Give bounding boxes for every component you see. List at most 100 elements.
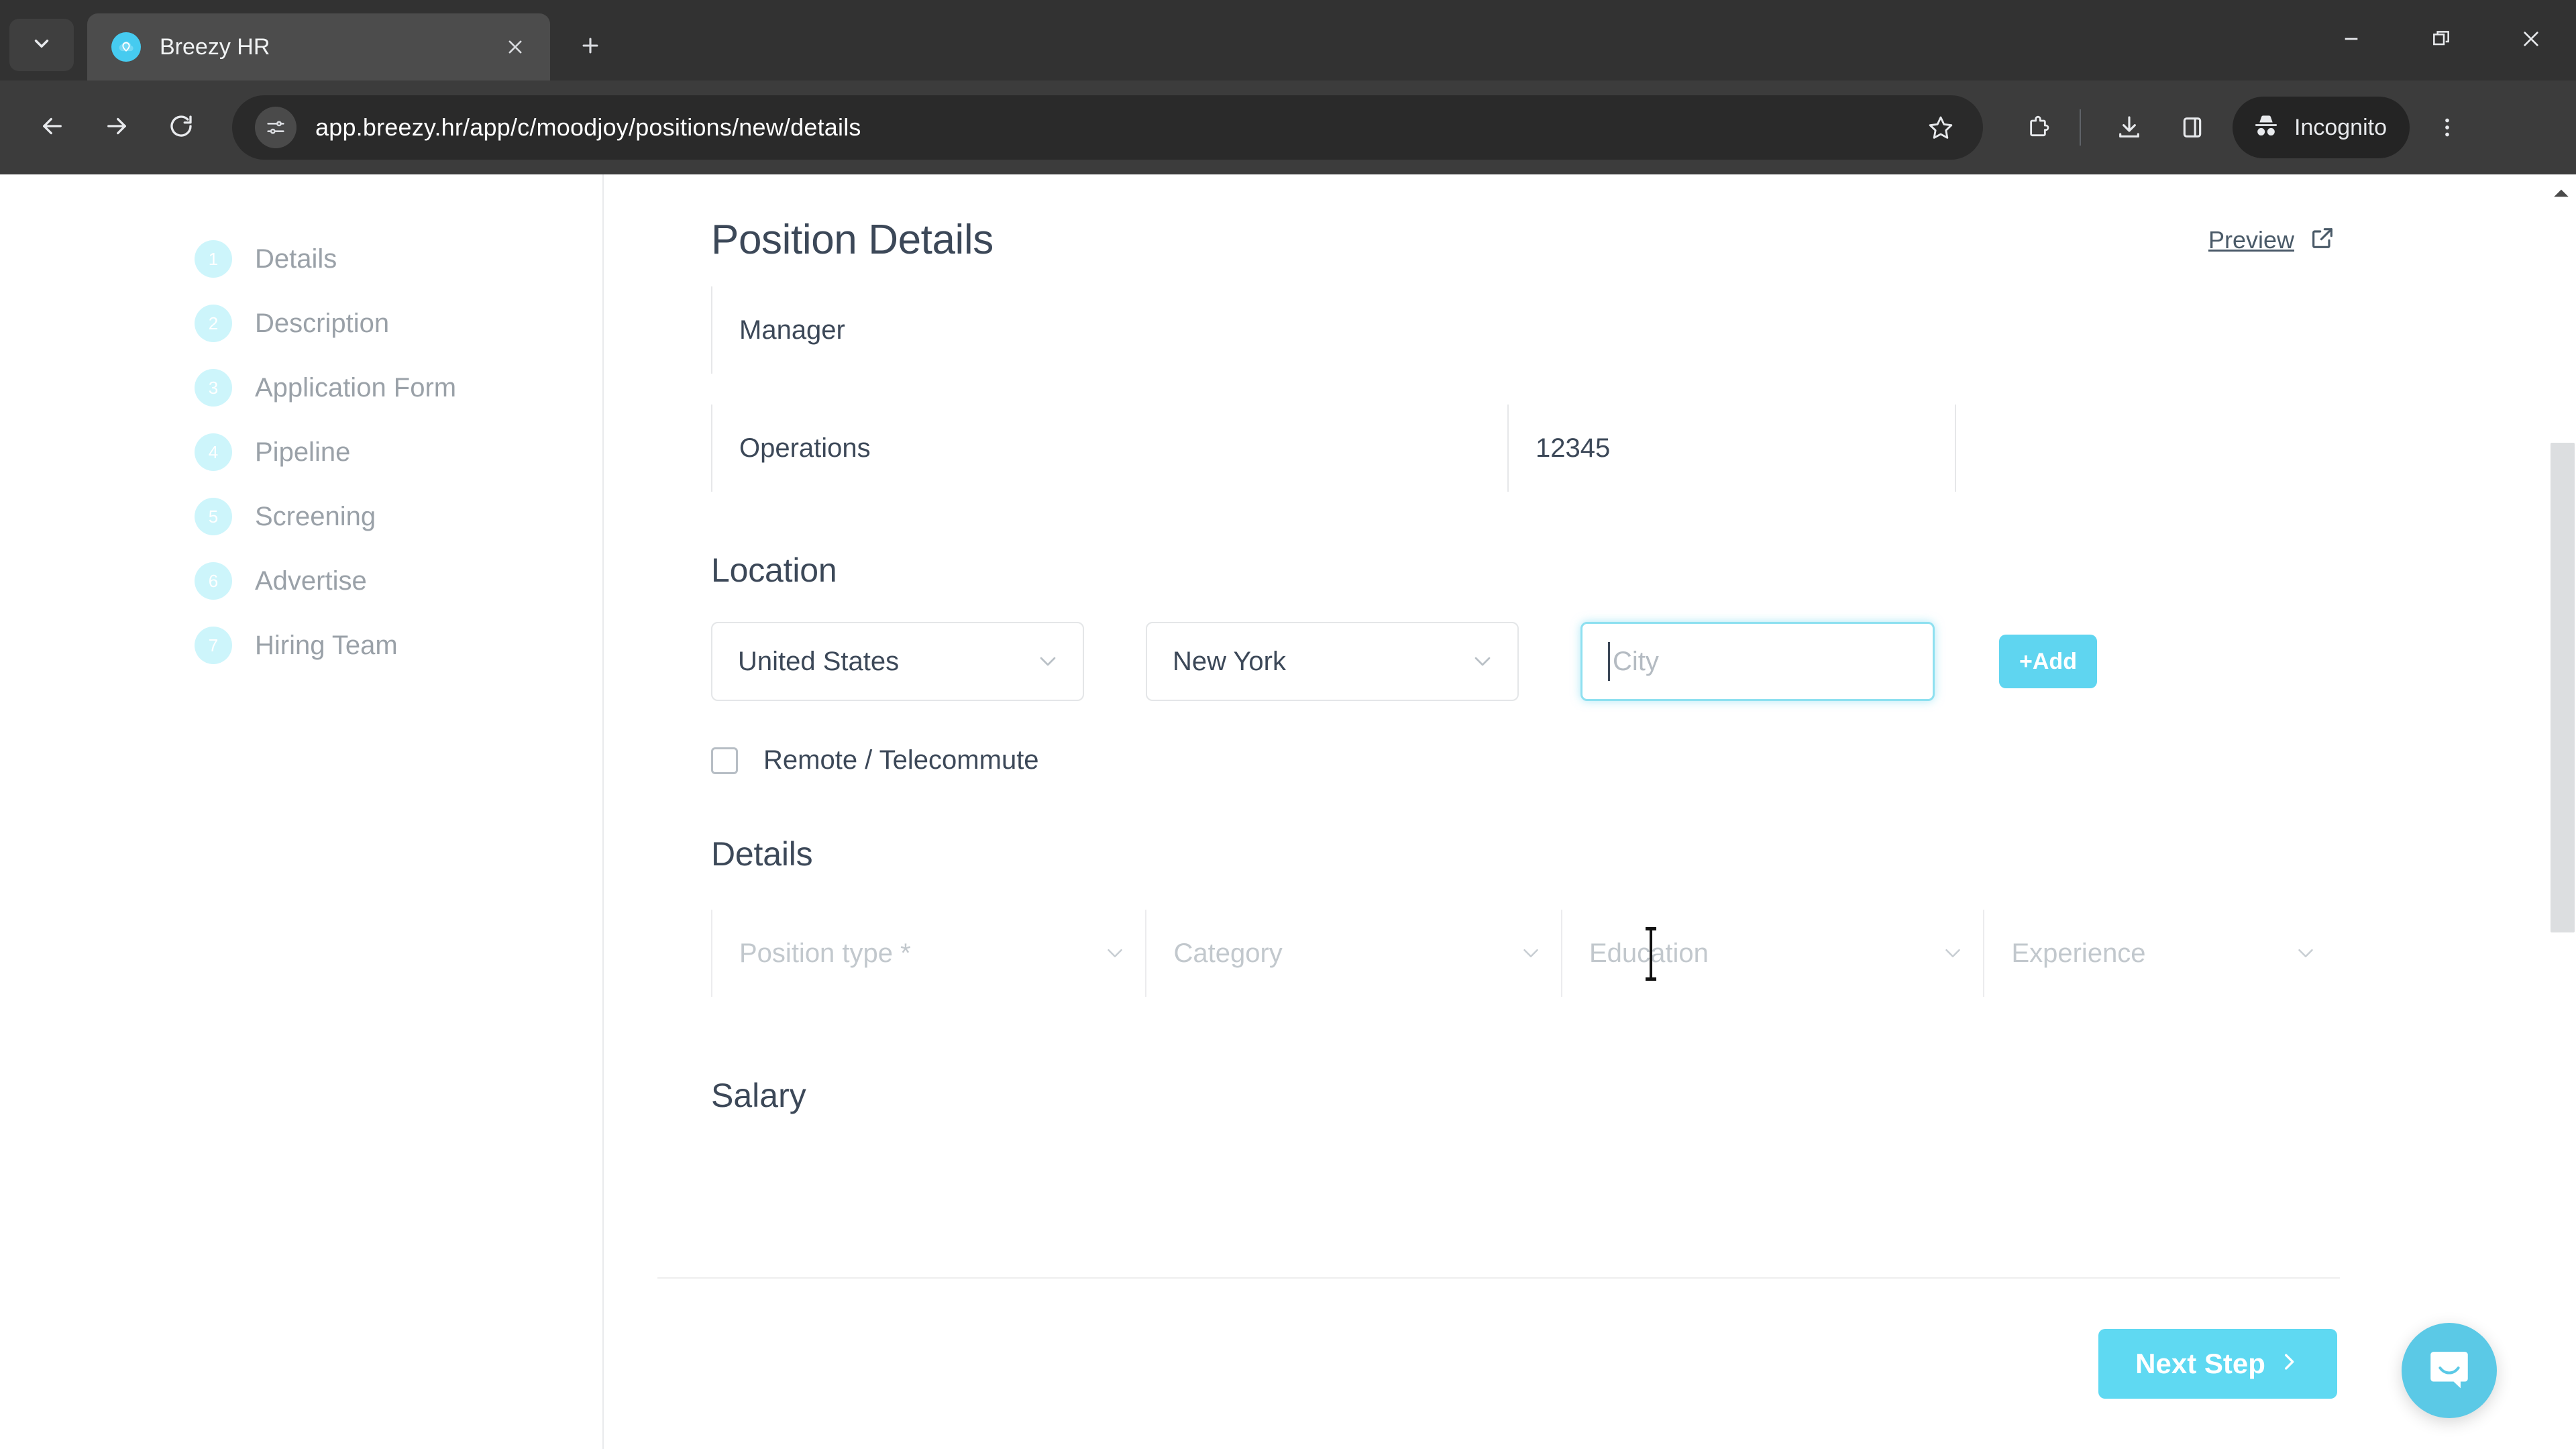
- next-step-label: Next Step: [2135, 1348, 2265, 1379]
- new-tab-button[interactable]: [565, 21, 616, 72]
- step-number-badge: 2: [195, 305, 232, 342]
- remote-checkbox[interactable]: [711, 747, 738, 774]
- experience-label: Experience: [2011, 938, 2146, 968]
- breezy-cloud-icon: [111, 32, 141, 62]
- state-select[interactable]: New York: [1146, 622, 1519, 701]
- window-controls: [2306, 0, 2576, 80]
- position-code-field[interactable]: 12345: [1507, 405, 1955, 492]
- next-step-button[interactable]: Next Step: [2098, 1329, 2337, 1399]
- country-select[interactable]: United States: [711, 622, 1084, 701]
- chevron-down-icon: [1102, 941, 1128, 966]
- sidebar-item-details[interactable]: 1 Details: [0, 227, 602, 291]
- page-scrollbar[interactable]: [2546, 174, 2576, 1449]
- forward-button[interactable]: [85, 95, 149, 160]
- scrollbar-thumb[interactable]: [2551, 443, 2575, 932]
- sidebar-item-label: Description: [255, 308, 390, 338]
- step-number-badge: 6: [195, 562, 232, 600]
- page-title: Position Details: [711, 217, 994, 263]
- experience-select[interactable]: Experience: [1983, 910, 2336, 997]
- sidebar-item-label: Pipeline: [255, 437, 351, 467]
- salary-heading: Salary: [711, 1077, 806, 1114]
- remote-telecommute-row[interactable]: Remote / Telecommute: [711, 745, 2336, 775]
- back-button[interactable]: [20, 95, 85, 160]
- sidebar-item-label: Advertise: [255, 566, 367, 596]
- sidebar-item-label: Details: [255, 244, 337, 274]
- chevron-down-icon: [1940, 941, 1966, 966]
- page-viewport: 1 Details 2 Description 3 Application Fo…: [0, 174, 2576, 1449]
- sidebar-item-application-form[interactable]: 3 Application Form: [0, 356, 602, 420]
- preview-link[interactable]: Preview: [2208, 225, 2336, 255]
- category-select[interactable]: Category: [1145, 910, 1560, 997]
- incognito-indicator[interactable]: Incognito: [2233, 97, 2410, 158]
- chevron-down-icon: [1518, 941, 1544, 966]
- side-panel-icon[interactable]: [2164, 99, 2220, 156]
- tab-title: Breezy HR: [160, 34, 270, 60]
- tab-strip: Breezy HR: [0, 0, 2576, 80]
- sidebar-item-hiring-team[interactable]: 7 Hiring Team: [0, 613, 602, 678]
- star-icon[interactable]: [1916, 103, 1966, 152]
- arrow-right-icon: [103, 112, 131, 144]
- external-link-icon: [2309, 225, 2336, 255]
- restore-icon: [2430, 28, 2452, 53]
- department-code-row: Operations 12345: [711, 405, 2336, 492]
- close-window-button[interactable]: [2486, 0, 2576, 80]
- toolbar-divider: [2080, 109, 2081, 146]
- minimize-icon: [2341, 28, 2362, 53]
- position-details-card: Position Details Preview Manager Operati…: [657, 174, 2394, 1449]
- card-header: Position Details Preview: [657, 174, 2392, 264]
- position-title-value: Manager: [739, 315, 845, 345]
- tune-settings-icon[interactable]: [255, 107, 297, 148]
- sidebar-item-label: Screening: [255, 501, 376, 531]
- address-bar[interactable]: app.breezy.hr/app/c/moodjoy/positions/ne…: [232, 95, 1983, 160]
- wizard-action-bar: Next Step: [657, 1277, 2394, 1449]
- preview-label: Preview: [2208, 225, 2294, 254]
- three-dot-menu-icon[interactable]: [2419, 99, 2475, 156]
- sidebar-item-description[interactable]: 2 Description: [0, 291, 602, 356]
- step-number-badge: 7: [195, 627, 232, 664]
- tab-search-button[interactable]: [9, 19, 74, 71]
- add-location-button[interactable]: +Add: [1999, 635, 2097, 688]
- text-caret: [1608, 642, 1610, 681]
- form-body: Manager Operations 12345 Location United…: [657, 286, 2392, 1115]
- maximize-button[interactable]: [2396, 0, 2486, 80]
- chevron-down-icon: [30, 32, 53, 58]
- position-title-field[interactable]: Manager: [711, 286, 2336, 374]
- state-value: New York: [1173, 646, 1286, 676]
- chevron-down-icon: [2293, 941, 2318, 966]
- city-placeholder: City: [1613, 646, 1659, 676]
- extra-field[interactable]: [1955, 405, 2336, 492]
- location-heading: Location: [711, 551, 837, 589]
- country-value: United States: [738, 646, 900, 676]
- browser-toolbar: app.breezy.hr/app/c/moodjoy/positions/ne…: [0, 80, 2576, 174]
- education-select[interactable]: Education: [1560, 910, 1983, 997]
- extensions-puzzle-icon[interactable]: [2010, 99, 2066, 156]
- sidebar-item-advertise[interactable]: 6 Advertise: [0, 549, 602, 613]
- caret-up-icon[interactable]: [2546, 180, 2576, 207]
- step-number-badge: 3: [195, 369, 232, 407]
- details-heading: Details: [711, 835, 813, 873]
- sidebar-item-label: Application Form: [255, 372, 457, 402]
- city-input[interactable]: City: [1580, 622, 1935, 701]
- department-field[interactable]: Operations: [711, 405, 1507, 492]
- wizard-sidebar: 1 Details 2 Description 3 Application Fo…: [0, 174, 604, 1449]
- close-icon[interactable]: [498, 30, 533, 64]
- position-code-value: 12345: [1536, 433, 1611, 463]
- incognito-hat-icon: [2251, 111, 2281, 144]
- step-number-badge: 1: [195, 240, 232, 278]
- reload-button[interactable]: [149, 95, 213, 160]
- step-number-badge: 4: [195, 433, 232, 471]
- browser-window: Breezy HR app.breezy.hr/app/c/moodjoy/po…: [0, 0, 2576, 1449]
- education-label: Education: [1589, 938, 1709, 968]
- department-value: Operations: [739, 433, 871, 463]
- sidebar-item-screening[interactable]: 5 Screening: [0, 484, 602, 549]
- minimize-button[interactable]: [2306, 0, 2396, 80]
- plus-icon: [579, 34, 602, 60]
- position-type-label: Position type *: [739, 938, 911, 968]
- sidebar-item-pipeline[interactable]: 4 Pipeline: [0, 420, 602, 484]
- download-icon[interactable]: [2101, 99, 2157, 156]
- browser-tab[interactable]: Breezy HR: [87, 13, 550, 80]
- category-label: Category: [1173, 938, 1283, 968]
- step-number-badge: 5: [195, 498, 232, 535]
- position-type-select[interactable]: Position type *: [711, 910, 1145, 997]
- intercom-chat-button[interactable]: [2402, 1323, 2497, 1418]
